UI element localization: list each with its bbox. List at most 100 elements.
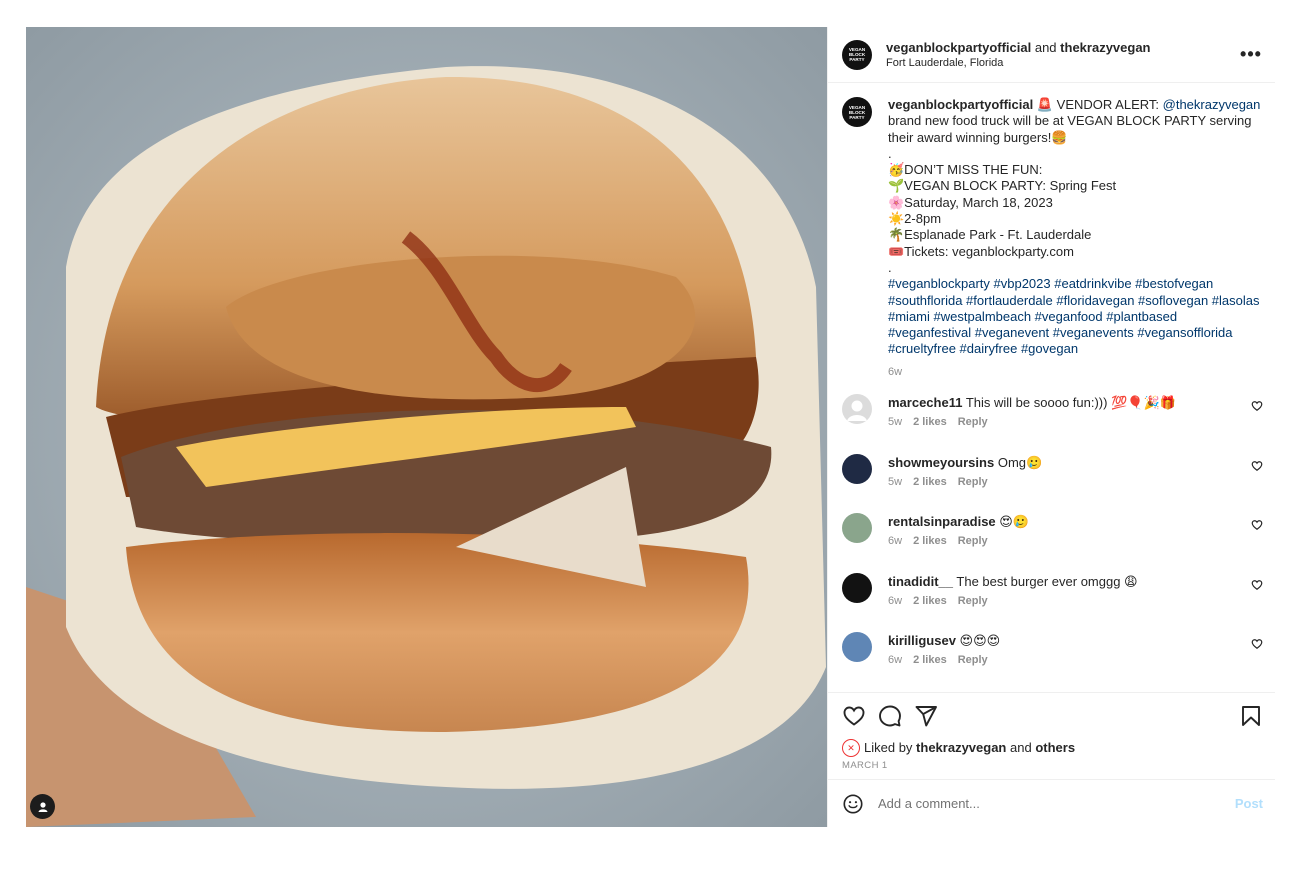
liker-avatar[interactable]: ✕ <box>842 739 860 757</box>
comment-body: rentalsinparadise 😍🥲 6w 2 likes Reply <box>888 513 1251 547</box>
caption-hours: ☀️2-8pm <box>888 211 942 227</box>
caption-separator: . <box>888 145 892 161</box>
post-date[interactable]: MARCH 1 <box>828 757 1275 779</box>
author-avatar[interactable]: VEGAN BLOCK PARTY <box>842 39 872 70</box>
caption-alert-emoji: 🚨 <box>1036 97 1054 112</box>
comment-reply-button[interactable]: Reply <box>958 535 988 547</box>
author-username[interactable]: veganblockpartyofficial <box>886 40 1031 55</box>
comment-meta: 5w 2 likes Reply <box>888 476 1251 488</box>
default-avatar-icon <box>847 400 867 422</box>
comment-likes[interactable]: 2 likes <box>913 416 947 428</box>
caption-place: 🌴Esplanade Park - Ft. Lauderdale <box>888 227 1092 243</box>
commenter-avatar[interactable] <box>842 513 872 544</box>
caption-fun: 🥳DON’T MISS THE FUN: <box>888 162 1043 178</box>
likes-summary: ✕ Liked by thekrazyvegan and others <box>828 739 1275 757</box>
comment-body: showmeyoursins Omg🥲 5w 2 likes Reply <box>888 454 1251 488</box>
caption-separator: . <box>888 259 892 275</box>
comment-time[interactable]: 6w <box>888 595 902 607</box>
comment-reply-button[interactable]: Reply <box>958 476 988 488</box>
post-sidebar: VEGAN BLOCK PARTY veganblockpartyofficia… <box>827 27 1275 827</box>
heart-icon[interactable] <box>1251 638 1263 650</box>
comment-bubble-icon[interactable] <box>878 704 902 728</box>
comment-reply-button[interactable]: Reply <box>958 654 988 666</box>
comment-row: kirilligusev 😍😍😍 6w 2 likes Reply <box>842 632 1263 692</box>
comment-body: marceche11 This will be soooo fun:))) 💯🎈… <box>888 394 1251 428</box>
comment-text: 😍🥲 <box>999 514 1030 530</box>
commenter-avatar[interactable] <box>842 394 872 425</box>
caption: VEGAN BLOCK PARTY veganblockpartyofficia… <box>842 97 1263 380</box>
comment-row: marceche11 This will be soooo fun:))) 💯🎈… <box>842 394 1263 454</box>
comment-meta: 6w 2 likes Reply <box>888 654 1251 666</box>
comment-text: This will be soooo fun:))) 💯🎈🎉🎁 <box>965 395 1176 411</box>
add-comment-input[interactable] <box>878 796 1235 811</box>
comment-likes[interactable]: 2 likes <box>913 595 947 607</box>
commenter-username[interactable]: showmeyoursins <box>888 455 994 470</box>
caption-author[interactable]: veganblockpartyofficial <box>888 97 1033 112</box>
avatar-logo-text: VEGAN BLOCK PARTY <box>848 47 866 62</box>
caption-author-avatar[interactable]: VEGAN BLOCK PARTY <box>842 97 872 127</box>
comment-text: The best burger ever omggg 😩 <box>956 573 1138 589</box>
comment-body: kirilligusev 😍😍😍 6w 2 likes Reply <box>888 632 1251 666</box>
burger-photo <box>26 27 827 827</box>
commenter-avatar[interactable] <box>842 632 872 663</box>
comment-text: Omg🥲 <box>997 454 1043 470</box>
commenter-avatar[interactable] <box>842 572 872 603</box>
action-bar <box>828 692 1275 739</box>
post-location[interactable]: Fort Lauderdale, Florida <box>886 56 1239 71</box>
likes-prefix: Liked by <box>864 740 913 755</box>
caption-tickets: 🎟️Tickets: veganblockparty.com <box>888 243 1074 259</box>
caption-intro: brand new food truck will be at VEGAN BL… <box>888 113 1252 145</box>
comment-meta: 6w 2 likes Reply <box>888 535 1251 547</box>
comment-text: 😍😍😍 <box>959 633 1001 649</box>
comment-likes[interactable]: 2 likes <box>913 476 947 488</box>
comment-likes[interactable]: 2 likes <box>913 654 947 666</box>
liker-username[interactable]: thekrazyvegan <box>916 739 1006 757</box>
caption-mention[interactable]: @thekrazyvegan <box>1163 97 1261 112</box>
comment-time[interactable]: 6w <box>888 535 902 547</box>
caption-hashtags[interactable]: #veganblockparty #vbp2023 #eatdrinkvibe … <box>888 276 1263 357</box>
bookmark-icon[interactable] <box>1239 704 1263 728</box>
commenter-username[interactable]: marceche11 <box>888 395 962 410</box>
commenter-username[interactable]: kirilligusev <box>888 633 956 648</box>
heart-icon[interactable] <box>1251 460 1263 472</box>
heart-icon[interactable] <box>842 704 866 728</box>
comment-row: tinadidit__ The best burger ever omggg 😩… <box>842 572 1263 633</box>
comment-body: tinadidit__ The best burger ever omggg 😩… <box>888 573 1251 607</box>
heart-icon[interactable] <box>1251 519 1263 531</box>
avatar-logo-text: VEGAN BLOCK PARTY <box>848 104 866 120</box>
post-photo[interactable] <box>26 27 827 827</box>
coauthor-username[interactable]: thekrazyvegan <box>1060 40 1150 55</box>
paper-plane-icon[interactable] <box>914 704 938 728</box>
caption-time[interactable]: 6w <box>888 364 1263 380</box>
comment-reply-button[interactable]: Reply <box>958 595 988 607</box>
comment-likes[interactable]: 2 likes <box>913 535 947 547</box>
post-comment-button[interactable]: Post <box>1235 796 1263 811</box>
comment-time[interactable]: 6w <box>888 654 902 666</box>
comment-row: showmeyoursins Omg🥲 5w 2 likes Reply <box>842 453 1263 514</box>
caption-body: veganblockpartyofficial 🚨 VENDOR ALERT: … <box>888 97 1263 380</box>
comment-reply-button[interactable]: Reply <box>958 416 988 428</box>
smiley-icon[interactable] <box>842 793 864 815</box>
comment-meta: 5w 2 likes Reply <box>888 416 1251 428</box>
caption-event: 🌱VEGAN BLOCK PARTY: Spring Fest <box>888 178 1117 194</box>
commenter-username[interactable]: tinadidit__ <box>888 574 953 589</box>
heart-icon[interactable] <box>1251 400 1263 412</box>
header-text: veganblockpartyofficial and thekrazyvega… <box>886 39 1239 71</box>
comment-meta: 6w 2 likes Reply <box>888 595 1251 607</box>
post-dialog: VEGAN BLOCK PARTY veganblockpartyofficia… <box>26 27 1275 827</box>
caption-date: 🌸Saturday, March 18, 2023 <box>888 194 1053 210</box>
user-tag-icon[interactable] <box>30 794 55 819</box>
commenter-avatar[interactable] <box>842 453 872 484</box>
heart-icon[interactable] <box>1251 579 1263 591</box>
caption-alert-text: VENDOR ALERT: <box>1056 97 1160 112</box>
comment-time[interactable]: 5w <box>888 416 902 428</box>
likes-others-link[interactable]: others <box>1035 739 1075 757</box>
comment-list: marceche11 This will be soooo fun:))) 💯🎈… <box>842 394 1263 692</box>
commenter-username[interactable]: rentalsinparadise <box>888 514 996 529</box>
more-options-icon[interactable]: ••• <box>1239 43 1263 67</box>
add-comment-bar: Post <box>828 779 1275 827</box>
comments-scroll-area[interactable]: VEGAN BLOCK PARTY veganblockpartyofficia… <box>828 83 1275 692</box>
author-joiner: and <box>1034 39 1057 55</box>
post-header: VEGAN BLOCK PARTY veganblockpartyofficia… <box>828 27 1275 83</box>
comment-time[interactable]: 5w <box>888 476 902 488</box>
